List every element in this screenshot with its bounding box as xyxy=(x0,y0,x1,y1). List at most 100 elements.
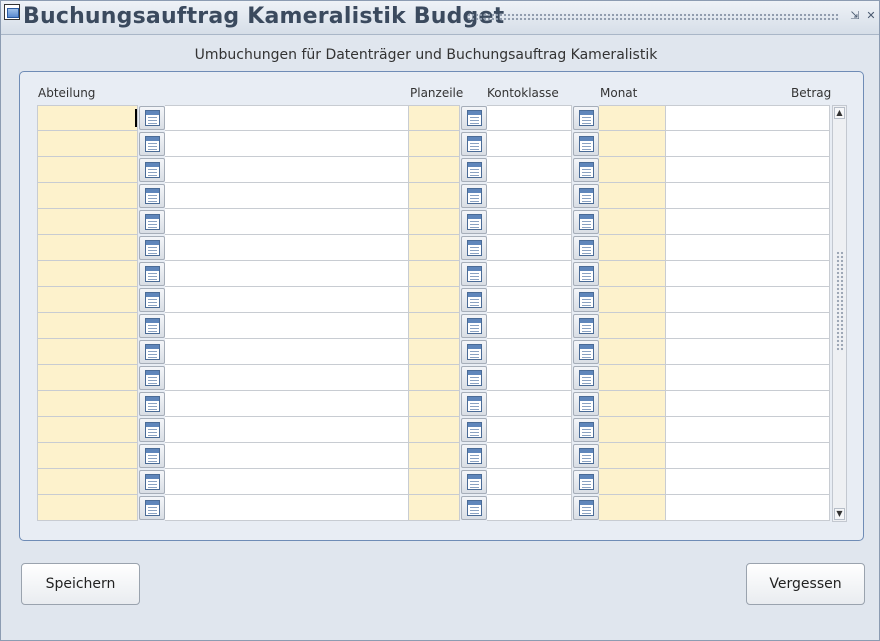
planzeile-lov-button[interactable] xyxy=(461,496,487,520)
planzeile-field[interactable] xyxy=(409,287,460,313)
planzeile-lov-button[interactable] xyxy=(461,132,487,156)
kontoklasse-field[interactable] xyxy=(487,235,572,261)
kontoklasse-field[interactable] xyxy=(487,287,572,313)
monat-field[interactable] xyxy=(599,443,666,469)
monat-field[interactable] xyxy=(599,495,666,521)
planzeile-lov-button[interactable] xyxy=(461,184,487,208)
planzeile-field[interactable] xyxy=(409,313,460,339)
kontoklasse-lov-button[interactable] xyxy=(573,106,599,130)
kontoklasse-field[interactable] xyxy=(487,157,572,183)
kontoklasse-lov-button[interactable] xyxy=(573,158,599,182)
planzeile-lov-button[interactable] xyxy=(461,314,487,338)
monat-field[interactable] xyxy=(599,157,666,183)
betrag-field[interactable] xyxy=(666,313,830,339)
betrag-field[interactable] xyxy=(666,105,830,131)
kontoklasse-lov-button[interactable] xyxy=(573,262,599,286)
planzeile-field[interactable] xyxy=(409,443,460,469)
kontoklasse-lov-button[interactable] xyxy=(573,236,599,260)
betrag-field[interactable] xyxy=(666,365,830,391)
betrag-field[interactable] xyxy=(666,235,830,261)
betrag-field[interactable] xyxy=(666,391,830,417)
scroll-down-icon[interactable]: ▼ xyxy=(834,508,845,520)
planzeile-field[interactable] xyxy=(409,469,460,495)
betrag-field[interactable] xyxy=(666,469,830,495)
planzeile-lov-button[interactable] xyxy=(461,106,487,130)
kontoklasse-field[interactable] xyxy=(487,391,572,417)
abteilung-lov-button[interactable] xyxy=(139,496,165,520)
monat-field[interactable] xyxy=(599,105,666,131)
abteilung-description-field[interactable] xyxy=(165,105,409,131)
kontoklasse-lov-button[interactable] xyxy=(573,392,599,416)
kontoklasse-lov-button[interactable] xyxy=(573,184,599,208)
kontoklasse-lov-button[interactable] xyxy=(573,210,599,234)
kontoklasse-lov-button[interactable] xyxy=(573,470,599,494)
scrollbar-grip[interactable] xyxy=(836,251,844,351)
abteilung-description-field[interactable] xyxy=(165,287,409,313)
abteilung-field[interactable] xyxy=(37,105,138,131)
abteilung-field[interactable] xyxy=(37,469,138,495)
abteilung-lov-button[interactable] xyxy=(139,132,165,156)
abteilung-description-field[interactable] xyxy=(165,339,409,365)
abteilung-lov-button[interactable] xyxy=(139,470,165,494)
abteilung-description-field[interactable] xyxy=(165,131,409,157)
abteilung-field[interactable] xyxy=(37,183,138,209)
planzeile-lov-button[interactable] xyxy=(461,470,487,494)
abteilung-field[interactable] xyxy=(37,417,138,443)
monat-field[interactable] xyxy=(599,339,666,365)
kontoklasse-field[interactable] xyxy=(487,417,572,443)
monat-field[interactable] xyxy=(599,313,666,339)
abteilung-field[interactable] xyxy=(37,443,138,469)
planzeile-lov-button[interactable] xyxy=(461,392,487,416)
abteilung-lov-button[interactable] xyxy=(139,158,165,182)
kontoklasse-lov-button[interactable] xyxy=(573,132,599,156)
kontoklasse-lov-button[interactable] xyxy=(573,340,599,364)
abteilung-lov-button[interactable] xyxy=(139,106,165,130)
monat-field[interactable] xyxy=(599,287,666,313)
abteilung-description-field[interactable] xyxy=(165,495,409,521)
kontoklasse-field[interactable] xyxy=(487,209,572,235)
abteilung-field[interactable] xyxy=(37,339,138,365)
abteilung-field[interactable] xyxy=(37,235,138,261)
abteilung-description-field[interactable] xyxy=(165,391,409,417)
planzeile-field[interactable] xyxy=(409,495,460,521)
abteilung-description-field[interactable] xyxy=(165,261,409,287)
abteilung-description-field[interactable] xyxy=(165,183,409,209)
abteilung-field[interactable] xyxy=(37,391,138,417)
planzeile-lov-button[interactable] xyxy=(461,366,487,390)
kontoklasse-field[interactable] xyxy=(487,313,572,339)
kontoklasse-field[interactable] xyxy=(487,469,572,495)
betrag-field[interactable] xyxy=(666,495,830,521)
abteilung-field[interactable] xyxy=(37,157,138,183)
abteilung-description-field[interactable] xyxy=(165,235,409,261)
minimize-icon[interactable]: ⇲ xyxy=(849,10,861,22)
monat-field[interactable] xyxy=(599,261,666,287)
planzeile-field[interactable] xyxy=(409,131,460,157)
abteilung-field[interactable] xyxy=(37,287,138,313)
abteilung-description-field[interactable] xyxy=(165,443,409,469)
planzeile-lov-button[interactable] xyxy=(461,288,487,312)
kontoklasse-lov-button[interactable] xyxy=(573,288,599,312)
abteilung-description-field[interactable] xyxy=(165,469,409,495)
planzeile-field[interactable] xyxy=(409,183,460,209)
abteilung-lov-button[interactable] xyxy=(139,184,165,208)
abteilung-lov-button[interactable] xyxy=(139,366,165,390)
abteilung-description-field[interactable] xyxy=(165,157,409,183)
vertical-scrollbar[interactable]: ▲ ▼ xyxy=(832,105,847,522)
planzeile-field[interactable] xyxy=(409,157,460,183)
planzeile-lov-button[interactable] xyxy=(461,210,487,234)
cancel-button[interactable]: Vergessen xyxy=(746,563,865,605)
kontoklasse-field[interactable] xyxy=(487,131,572,157)
monat-field[interactable] xyxy=(599,235,666,261)
planzeile-lov-button[interactable] xyxy=(461,262,487,286)
abteilung-lov-button[interactable] xyxy=(139,444,165,468)
monat-field[interactable] xyxy=(599,417,666,443)
abteilung-description-field[interactable] xyxy=(165,417,409,443)
abteilung-lov-button[interactable] xyxy=(139,392,165,416)
betrag-field[interactable] xyxy=(666,183,830,209)
abteilung-field[interactable] xyxy=(37,365,138,391)
abteilung-lov-button[interactable] xyxy=(139,236,165,260)
abteilung-field[interactable] xyxy=(37,495,138,521)
monat-field[interactable] xyxy=(599,391,666,417)
abteilung-description-field[interactable] xyxy=(165,313,409,339)
planzeile-field[interactable] xyxy=(409,339,460,365)
